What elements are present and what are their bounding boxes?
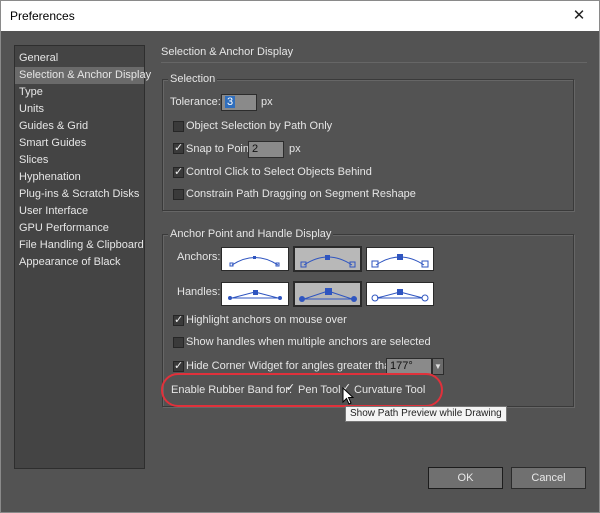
snap-to-point-label: Snap to Point — [186, 143, 253, 155]
sidebar-item-general[interactable]: General — [15, 50, 144, 67]
window-title: Preferences — [10, 9, 75, 23]
anchor-small-icon — [229, 256, 280, 267]
highlight-ring — [161, 373, 443, 407]
show-handles-checkbox[interactable] — [173, 337, 184, 348]
constrain-path-label: Constrain Path Dragging on Segment Resha… — [186, 188, 416, 200]
snap-distance-input[interactable]: 2 — [248, 141, 284, 158]
object-selection-label: Object Selection by Path Only — [186, 120, 333, 132]
handle-style-medium[interactable] — [293, 281, 362, 307]
sidebar-item-hyphenation[interactable]: Hyphenation — [15, 169, 144, 186]
anchor-style-small[interactable] — [221, 247, 289, 271]
anchors-label: Anchors: — [177, 251, 221, 263]
hide-corner-widget-checkbox[interactable]: ✓ — [173, 361, 184, 372]
sidebar-item-slices[interactable]: Slices — [15, 152, 144, 169]
show-handles-label: Show handles when multiple anchors are s… — [186, 336, 431, 348]
tolerance-label: Tolerance: — [170, 96, 221, 108]
sidebar-item-file-handling-clipboard[interactable]: File Handling & Clipboard — [15, 237, 144, 254]
anchor-medium-icon — [300, 255, 356, 268]
tolerance-unit: px — [261, 96, 273, 108]
sidebar-item-guides-grid[interactable]: Guides & Grid — [15, 118, 144, 135]
tooltip: Show Path Preview while Drawing — [345, 406, 507, 422]
sidebar-item-plug-ins-scratch-disks[interactable]: Plug-ins & Scratch Disks — [15, 186, 144, 203]
handle-style-hollow[interactable] — [366, 282, 434, 306]
selection-group-label: Selection — [168, 73, 218, 85]
control-click-label: Control Click to Select Objects Behind — [186, 166, 372, 178]
anchor-style-medium[interactable] — [293, 246, 362, 272]
preferences-dialog: Preferences ✕ General Selection & Anchor … — [0, 0, 600, 513]
title-divider — [161, 62, 587, 63]
control-click-checkbox[interactable]: ✓ — [173, 167, 184, 178]
handle-small-icon — [228, 290, 282, 300]
anchor-group-label: Anchor Point and Handle Display — [168, 228, 334, 240]
tolerance-input[interactable]: 3 — [221, 94, 257, 111]
preferences-category-list: General Selection & Anchor Display Type Uni… — [14, 45, 151, 469]
sidebar-item-units[interactable]: Units — [15, 101, 144, 118]
snap-to-point-checkbox[interactable]: ✓ — [173, 143, 184, 154]
handle-style-small[interactable] — [221, 282, 289, 306]
sidebar-item-smart-guides[interactable]: Smart Guides — [15, 135, 144, 152]
sidebar-item-user-interface[interactable]: User Interface — [15, 203, 144, 220]
mouse-cursor-icon — [342, 387, 355, 405]
highlight-anchors-label: Highlight anchors on mouse over — [186, 314, 347, 326]
sidebar-item-gpu-performance[interactable]: GPU Performance — [15, 220, 144, 237]
chevron-down-icon[interactable]: ▼ — [432, 358, 444, 375]
title-bar[interactable]: Preferences ✕ — [1, 1, 599, 31]
highlight-anchors-checkbox[interactable]: ✓ — [173, 315, 184, 326]
handle-hollow-icon — [371, 289, 429, 302]
object-selection-checkbox[interactable] — [173, 121, 184, 132]
handle-medium-icon — [299, 288, 357, 302]
anchor-style-large[interactable] — [366, 247, 434, 271]
constrain-path-checkbox[interactable] — [173, 189, 184, 200]
ok-button[interactable]: OK — [428, 467, 503, 489]
cancel-button[interactable]: Cancel — [511, 467, 586, 489]
tolerance-value: 3 — [225, 96, 236, 108]
snap-unit: px — [289, 143, 301, 155]
close-icon[interactable]: ✕ — [569, 6, 589, 26]
hide-corner-widget-label: Hide Corner Widget for angles greater th… — [186, 360, 400, 372]
sidebar-item-appearance-of-black[interactable]: Appearance of Black — [15, 254, 144, 271]
sidebar-item-selection-anchor-display[interactable]: Selection & Anchor Display — [15, 67, 151, 84]
sidebar-item-type[interactable]: Type — [15, 84, 144, 101]
handles-label: Handles: — [177, 286, 221, 298]
page-title: Selection & Anchor Display — [161, 46, 294, 58]
anchor-large-icon — [371, 254, 429, 268]
